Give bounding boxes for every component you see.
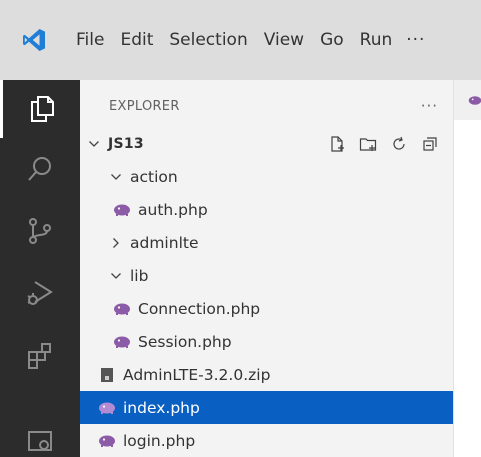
menu-view[interactable]: View (256, 0, 312, 80)
explorer-more-button[interactable]: ··· (421, 97, 438, 115)
tree-file-index[interactable]: index.php (80, 391, 454, 424)
workspace-root-row[interactable]: JS13 (80, 127, 454, 160)
tree-item-label: Connection.php (138, 299, 261, 318)
explorer-sidebar: EXPLORER ··· JS13 action auth.php adminl… (80, 80, 454, 457)
remote-explorer-icon[interactable] (0, 412, 80, 457)
tree-folder-action[interactable]: action (80, 160, 454, 193)
chevron-down-icon (108, 268, 124, 284)
workspace-root-label: JS13 (108, 135, 144, 152)
explorer-title: EXPLORER (109, 98, 180, 114)
tree-item-label: action (130, 167, 178, 186)
menu-selection[interactable]: Selection (161, 0, 255, 80)
tree-item-label: Session.php (138, 332, 232, 351)
title-bar: File Edit Selection View Go Run ··· (0, 0, 481, 80)
root-actions (327, 127, 440, 160)
tree-item-label: login.php (123, 431, 196, 450)
php-file-icon[interactable] (468, 91, 481, 110)
tree-item-label: AdminLTE-3.2.0.zip (123, 365, 271, 384)
chevron-down-icon (86, 136, 102, 152)
zip-file-icon (98, 367, 116, 383)
editor-area (454, 80, 481, 457)
tree-file-session[interactable]: Session.php (80, 325, 454, 358)
menu-go[interactable]: Go (312, 0, 352, 80)
new-file-icon[interactable] (327, 134, 347, 154)
tree-file-auth[interactable]: auth.php (80, 193, 454, 226)
menu-run[interactable]: Run (352, 0, 401, 80)
refresh-icon[interactable] (389, 134, 409, 154)
php-file-icon (98, 400, 116, 416)
tree-folder-adminlte[interactable]: adminlte (80, 226, 454, 259)
tree-item-label: index.php (123, 398, 200, 417)
tree-file-login[interactable]: login.php (80, 424, 454, 457)
menu-edit[interactable]: Edit (112, 0, 161, 80)
php-file-icon (113, 301, 131, 317)
activity-bar (0, 80, 80, 457)
tree-item-label: lib (130, 266, 149, 285)
chevron-right-icon (108, 235, 124, 251)
run-debug-icon[interactable] (0, 264, 80, 322)
php-file-icon (113, 202, 131, 218)
extensions-icon[interactable] (0, 326, 80, 384)
tree-item-label: auth.php (138, 200, 208, 219)
chevron-down-icon (108, 169, 124, 185)
menu-file[interactable]: File (68, 0, 112, 80)
source-control-icon[interactable] (0, 202, 80, 260)
vscode-window: File Edit Selection View Go Run ··· EXPL… (0, 0, 481, 457)
php-file-icon (98, 433, 116, 449)
search-icon[interactable] (0, 140, 80, 198)
menu-bar: File Edit Selection View Go Run ··· (68, 0, 433, 80)
menu-more[interactable]: ··· (400, 0, 433, 80)
explorer-header: EXPLORER ··· (80, 92, 454, 120)
collapse-all-icon[interactable] (420, 134, 440, 154)
php-file-icon (113, 334, 131, 350)
vscode-logo-icon (0, 0, 68, 80)
tree-file-connection[interactable]: Connection.php (80, 292, 454, 325)
tree-folder-lib[interactable]: lib (80, 259, 454, 292)
explorer-icon[interactable] (0, 80, 80, 138)
new-folder-icon[interactable] (358, 134, 378, 154)
editor-tab-bar (454, 80, 481, 120)
tree-item-label: adminlte (130, 233, 199, 252)
tree-file-adminlte-zip[interactable]: AdminLTE-3.2.0.zip (80, 358, 454, 391)
